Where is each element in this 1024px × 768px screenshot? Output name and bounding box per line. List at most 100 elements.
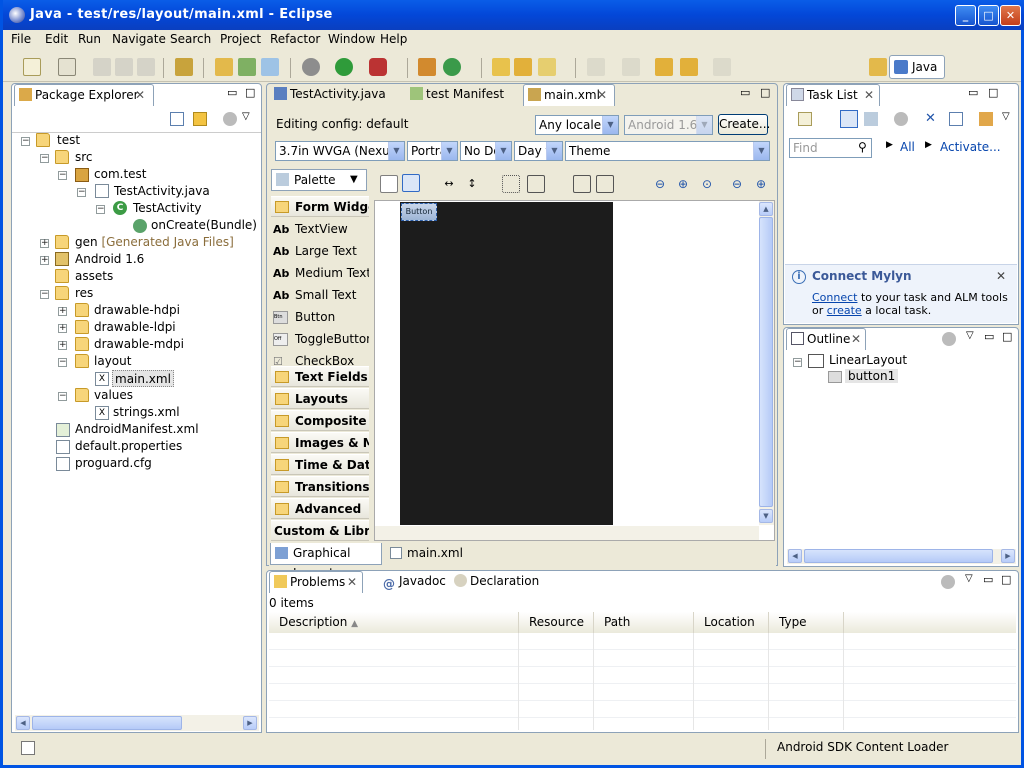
layout-vertical-icon[interactable]: [402, 174, 420, 192]
collapse-all-icon[interactable]: [949, 112, 963, 126]
scrollbar-thumb[interactable]: [32, 716, 182, 730]
find-input[interactable]: Find ⚲: [789, 138, 872, 158]
forward-icon[interactable]: [713, 58, 731, 76]
menu-navigate[interactable]: Navigate: [112, 32, 166, 46]
close-tab-icon[interactable]: ✕: [851, 329, 861, 349]
theme-combo[interactable]: Theme ▼: [565, 141, 770, 161]
palette-category-transitions[interactable]: Transitions: [271, 476, 369, 497]
view-menu-icon[interactable]: ▽: [965, 573, 973, 584]
view-options-icon[interactable]: [942, 332, 956, 346]
create-config-button[interactable]: Create...: [718, 114, 770, 135]
java-perspective-button[interactable]: Java: [889, 55, 945, 79]
view-menu-icon[interactable]: ▽: [966, 330, 974, 341]
tab-testactivity-java[interactable]: TestActivity.java: [270, 84, 398, 106]
connect-link[interactable]: Connect: [812, 291, 857, 304]
link-with-editor-icon[interactable]: [193, 112, 207, 126]
tree-item-testactivity-java[interactable]: TestActivity.java: [114, 183, 210, 200]
tab-main-xml-source[interactable]: main.xml: [385, 543, 463, 565]
palette-item-textview[interactable]: Ab TextView: [273, 218, 369, 240]
minimize-view-icon[interactable]: ▭: [227, 86, 237, 99]
android-sdk-icon[interactable]: [175, 58, 193, 76]
margins-icon[interactable]: [502, 175, 520, 193]
tree-item-test[interactable]: test: [57, 132, 80, 149]
column-description[interactable]: Description ▲: [269, 612, 519, 633]
back-icon[interactable]: [680, 58, 698, 76]
tree-item-drawable-mdpi[interactable]: drawable-mdpi: [94, 336, 184, 353]
canvas-button-widget[interactable]: Button: [401, 203, 437, 221]
palette-category-layouts[interactable]: Layouts: [271, 388, 369, 409]
column-type[interactable]: Type: [769, 612, 844, 633]
tree-item-drawable-hdpi[interactable]: drawable-hdpi: [94, 302, 180, 319]
scheduled-icon[interactable]: [864, 112, 878, 126]
palette-item-medium-text[interactable]: Ab Medium Text: [273, 262, 369, 284]
new-java-project-icon[interactable]: [215, 58, 233, 76]
tab-outline[interactable]: Outline ✕: [786, 328, 866, 350]
title-bar[interactable]: Java - test/res/layout/main.xml - Eclips…: [3, 0, 1024, 30]
open-task-icon[interactable]: [514, 58, 532, 76]
tree-item-layout[interactable]: layout: [94, 353, 131, 370]
zoom-out-canvas-icon[interactable]: ⊖: [728, 175, 746, 193]
expand-toggle[interactable]: −: [21, 137, 30, 146]
locale-combo[interactable]: Any locale ▼: [535, 115, 619, 135]
layout-horizontal-icon[interactable]: [380, 175, 398, 193]
tree-item-default-properties[interactable]: default.properties: [75, 438, 182, 455]
outline-item-linearlayout[interactable]: LinearLayout: [829, 353, 907, 367]
close-tab-icon[interactable]: ✕: [864, 85, 874, 105]
scrollbar-thumb[interactable]: [759, 217, 773, 507]
canvas-hscrollbar[interactable]: [375, 526, 759, 540]
close-tab-icon[interactable]: ✕: [135, 85, 145, 105]
view-menu-dots-icon[interactable]: [223, 112, 237, 126]
external-tools-icon[interactable]: [369, 58, 387, 76]
palette-item-togglebutton[interactable]: Off ToggleButton: [273, 328, 369, 350]
new-task-icon[interactable]: [798, 112, 812, 126]
fast-view-icon[interactable]: [21, 741, 35, 755]
orientation-combo[interactable]: Portrait ▼: [407, 141, 458, 161]
dock-combo[interactable]: No Dock ▼: [460, 141, 512, 161]
package-explorer-hscrollbar[interactable]: ◀ ▶: [15, 715, 259, 731]
palette-category-text-fields[interactable]: Text Fields: [271, 366, 369, 387]
target-combo[interactable]: Android 1.6 ▼: [624, 115, 713, 135]
tab-package-explorer[interactable]: Package Explorer ✕: [14, 84, 154, 106]
zoom-in-canvas-icon[interactable]: ⊕: [752, 175, 770, 193]
maximize-editor-icon[interactable]: □: [760, 86, 770, 99]
tab-task-list[interactable]: Task List ✕: [786, 84, 880, 106]
expand-toggle[interactable]: −: [58, 358, 67, 367]
close-tab-icon[interactable]: ✕: [597, 85, 607, 105]
tree-item-oncreate[interactable]: onCreate(Bundle) : vo: [151, 217, 261, 234]
collapse-all-icon[interactable]: [170, 112, 184, 126]
fill-height-icon[interactable]: ↕: [463, 175, 481, 193]
open-type-icon[interactable]: [492, 58, 510, 76]
close-mylyn-icon[interactable]: ✕: [996, 269, 1006, 283]
expand-toggle[interactable]: +: [58, 324, 67, 333]
create-link[interactable]: create: [827, 304, 862, 317]
next-annotation-icon[interactable]: [587, 58, 605, 76]
save-all-icon[interactable]: [115, 58, 133, 76]
expand-toggle[interactable]: −: [58, 392, 67, 401]
previous-annotation-icon[interactable]: [622, 58, 640, 76]
palette-category-custom[interactable]: Custom & Library Views: [271, 520, 369, 541]
menu-search[interactable]: Search: [170, 32, 211, 46]
tab-declaration[interactable]: Declaration: [450, 571, 539, 593]
tree-item-src[interactable]: src: [75, 149, 93, 166]
expand-toggle[interactable]: −: [793, 358, 802, 367]
menu-file[interactable]: File: [11, 32, 31, 46]
tree-item-proguard[interactable]: proguard.cfg: [75, 455, 152, 472]
expand-toggle[interactable]: −: [40, 154, 49, 163]
tree-item-main-xml[interactable]: main.xml: [112, 370, 174, 387]
expand-toggle[interactable]: +: [58, 341, 67, 350]
hide-completed-icon[interactable]: ✕: [925, 111, 936, 126]
expand-toggle[interactable]: −: [40, 290, 49, 299]
minimize-view-icon[interactable]: ▭: [968, 86, 978, 99]
view-menu-icon[interactable]: ▽: [242, 111, 250, 122]
menu-project[interactable]: Project: [220, 32, 261, 46]
search-toolbar-icon[interactable]: [538, 58, 556, 76]
minimize-button[interactable]: _: [955, 5, 976, 26]
tab-test-manifest[interactable]: test Manifest: [406, 84, 518, 106]
expand-toggle[interactable]: −: [77, 188, 86, 197]
expand-toggle[interactable]: +: [40, 256, 49, 265]
column-path[interactable]: Path: [594, 612, 694, 633]
tree-item-strings-xml[interactable]: strings.xml: [113, 404, 180, 421]
fill-width-icon[interactable]: ↔: [440, 175, 458, 193]
tab-graphical-layout[interactable]: Graphical Layout: [270, 543, 382, 580]
zoom-in-icon[interactable]: ⊕: [674, 175, 692, 193]
